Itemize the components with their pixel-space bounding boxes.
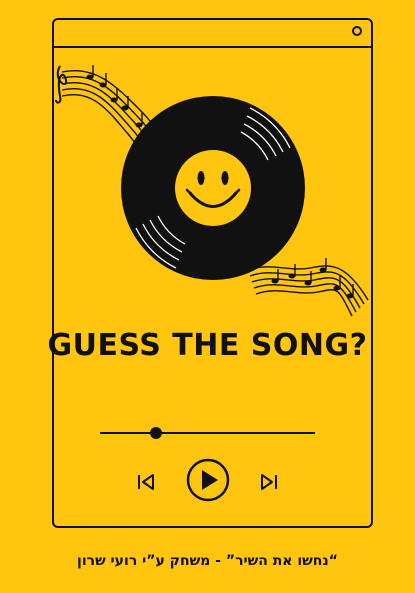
- play-button[interactable]: [186, 458, 230, 502]
- vinyl-record-smiley-icon: [121, 96, 305, 280]
- skip-previous-icon[interactable]: [135, 471, 157, 493]
- credits-footer: “נחשו את השיר” - משחק ע”י רועי שרון: [77, 553, 338, 569]
- page-title: GUESS THE SONG?: [47, 328, 368, 363]
- progress-bar[interactable]: [100, 427, 315, 439]
- skip-next-icon[interactable]: [258, 471, 280, 493]
- play-icon: [202, 470, 218, 490]
- artwork: [55, 65, 369, 317]
- progress-knob[interactable]: [149, 427, 162, 439]
- music-notes-icon: [247, 265, 369, 317]
